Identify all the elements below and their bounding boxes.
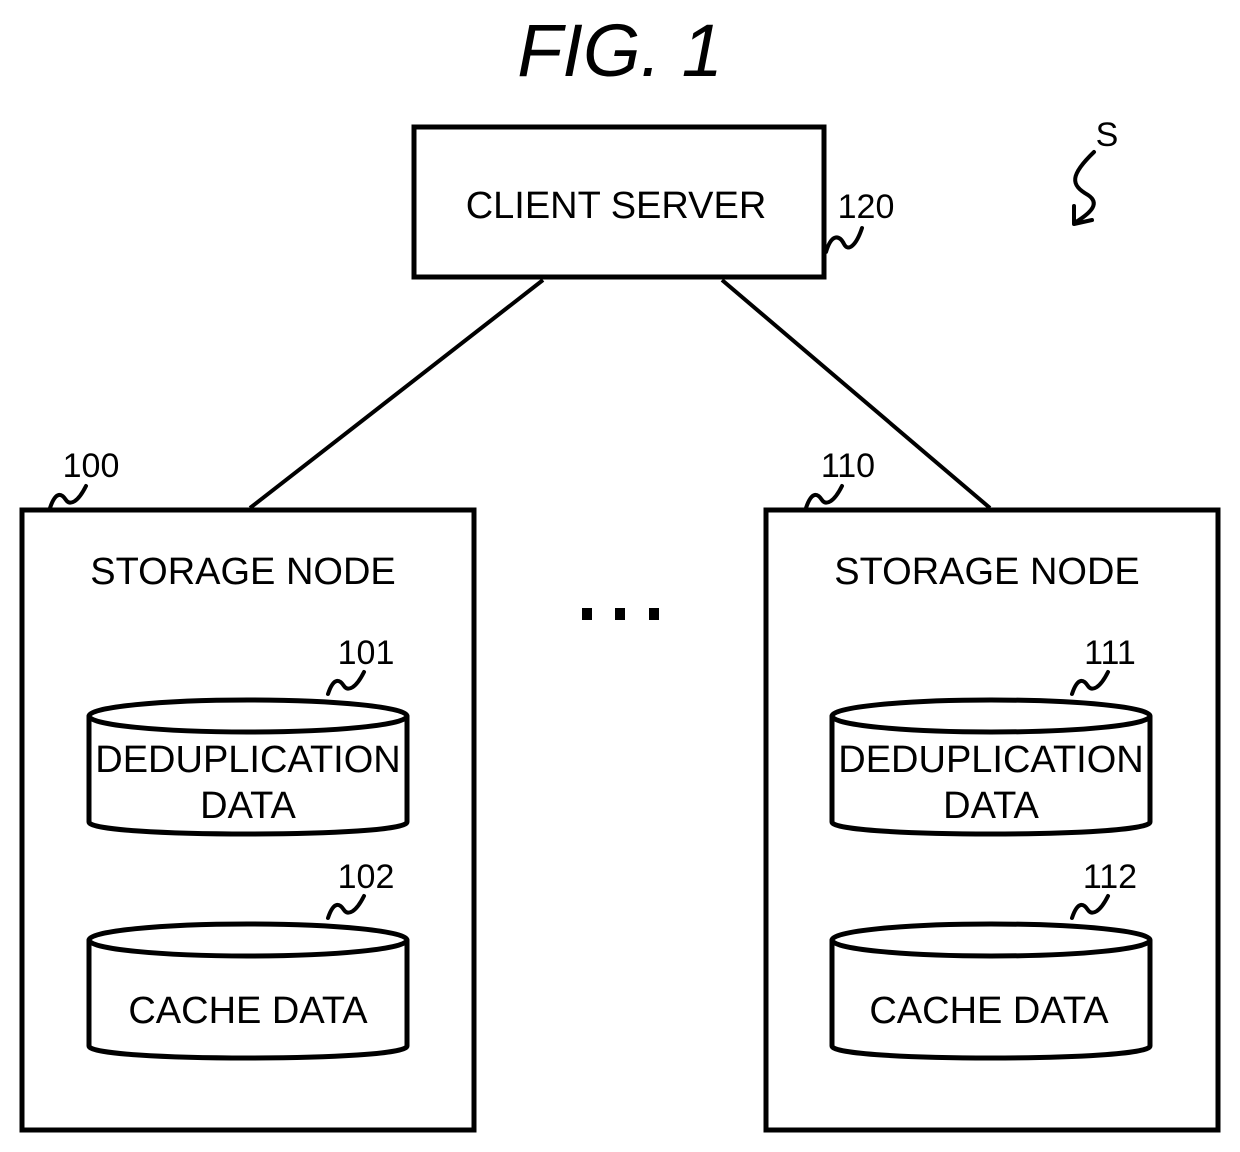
ellipsis-more-nodes	[582, 608, 659, 620]
storage-node-ref: 110	[821, 447, 875, 485]
system-diagram: FIG. 1 S CLIENT SERVER 120 100 STORAGE N…	[19, 9, 1221, 1133]
store-ref: 112	[1083, 858, 1137, 896]
store-label-line: DATA	[200, 785, 296, 827]
storage-node-ref: 100	[63, 447, 120, 485]
ellipsis-dot	[649, 608, 659, 620]
storage-node-ref-leader-icon	[48, 484, 88, 510]
storage-node-label: STORAGE NODE	[90, 551, 395, 593]
storage-node-label: STORAGE NODE	[834, 551, 1139, 593]
store-label-line: DEDUPLICATION	[95, 739, 400, 781]
client-server-box: CLIENT SERVER	[411, 124, 827, 280]
ellipsis-dot	[582, 608, 592, 620]
store-label-line: CACHE DATA	[869, 990, 1109, 1032]
system-ref-label: S	[1096, 116, 1119, 154]
system-ref-arrow-icon	[1072, 150, 1096, 226]
storage-node-100: 100 STORAGE NODE 101 DEDUPLICATION DATA …	[19, 447, 477, 1133]
store-ref: 111	[1084, 634, 1136, 672]
client-server-ref: 120	[838, 188, 895, 226]
ellipsis-dot	[615, 608, 625, 620]
store-ref: 101	[338, 634, 395, 672]
storage-node-ref-leader-icon	[804, 484, 844, 510]
store-label-line: DATA	[943, 785, 1039, 827]
connector-client-to-node-100	[248, 278, 545, 510]
store-ref: 102	[338, 858, 395, 896]
figure-title: FIG. 1	[517, 9, 723, 92]
client-server-ref-leader-icon	[824, 226, 864, 254]
store-label-line: DEDUPLICATION	[838, 739, 1143, 781]
client-server-label: CLIENT SERVER	[466, 185, 767, 227]
store-label-line: CACHE DATA	[128, 990, 368, 1032]
storage-node-110: 110 STORAGE NODE 111 DEDUPLICATION DATA …	[763, 447, 1221, 1133]
